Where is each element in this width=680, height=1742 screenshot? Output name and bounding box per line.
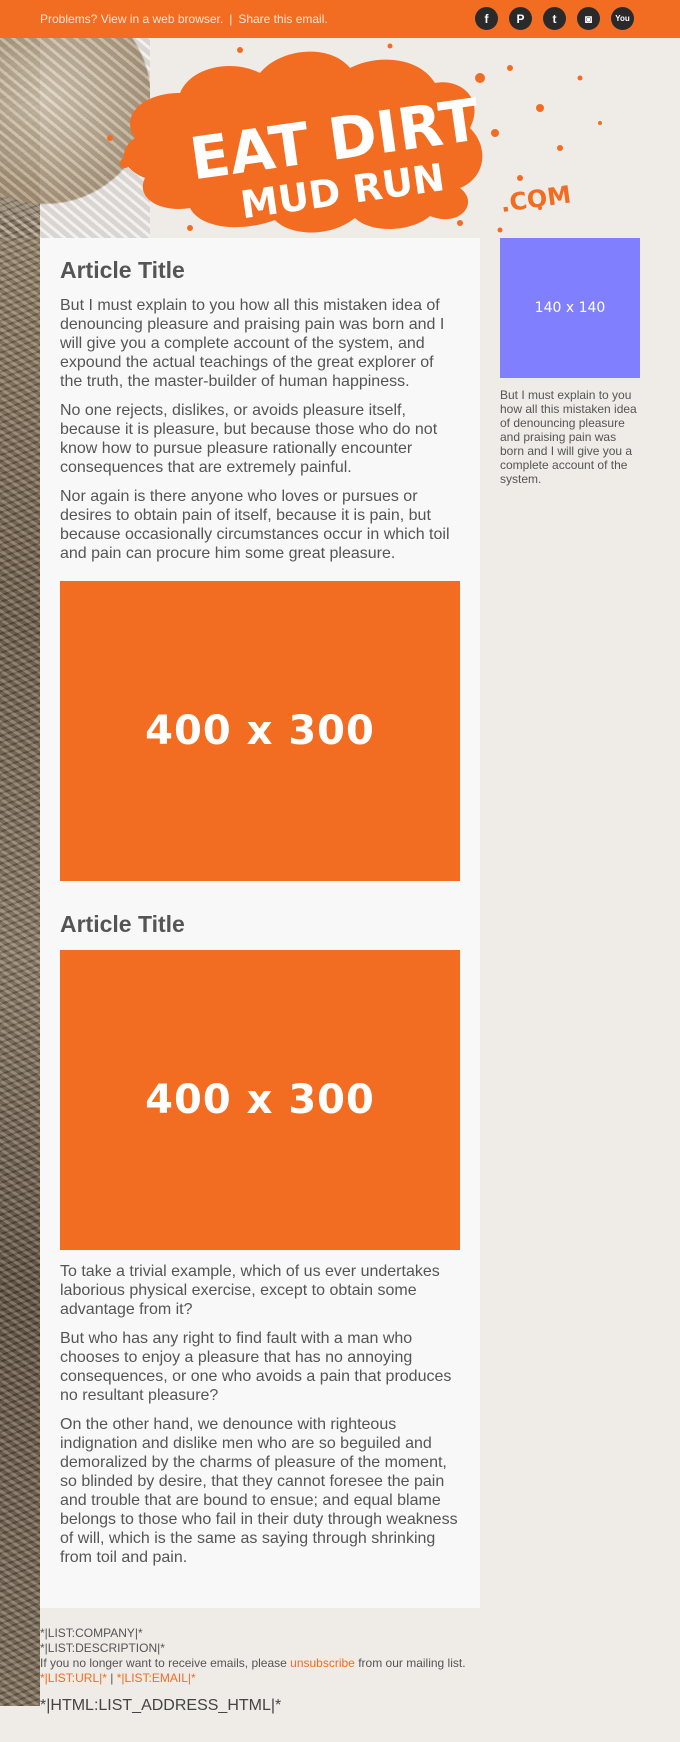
topbar-links: Problems? View in a web browser. | Share t… xyxy=(40,12,328,26)
article-2-title: Article Title xyxy=(60,911,185,937)
sidebar-text: But I must explain to you how all this m… xyxy=(500,388,637,486)
pinterest-icon[interactable]: P xyxy=(509,7,532,30)
footer-unsubscribe-line: If you no longer want to receive emails,… xyxy=(40,1656,640,1671)
view-in-browser-link[interactable]: Problems? View in a web browser. xyxy=(40,12,223,26)
top-bar: Problems? View in a web browser. | Share t… xyxy=(0,0,680,38)
article-1-paragraph: Nor again is there anyone who loves or p… xyxy=(60,488,450,562)
youtube-icon[interactable]: You xyxy=(611,7,634,30)
sidebar: 140 x 140 But I must explain to you how … xyxy=(500,238,640,486)
header-logo[interactable]: EAT DIRT MUD RUN .COM xyxy=(40,38,640,238)
unsubscribe-link[interactable]: unsubscribe xyxy=(290,1656,355,1670)
list-email-link[interactable]: *|LIST:EMAIL|* xyxy=(117,1671,196,1685)
main-content: Article Title But I must explain to you … xyxy=(40,238,480,1608)
article-2: Article Title 400 x 300 To take a trivia… xyxy=(40,881,480,1567)
article-1-paragraph: But I must explain to you how all this m… xyxy=(60,297,445,390)
article-2-paragraph: On the other hand, we denounce with righ… xyxy=(60,1416,458,1566)
mud-splatter-logo: EAT DIRT MUD RUN .COM xyxy=(107,43,602,233)
article-1-image: 400 x 300 xyxy=(60,581,460,881)
sidebar-image: 140 x 140 xyxy=(500,238,640,378)
article-1-paragraph: No one rejects, dislikes, or avoids plea… xyxy=(60,402,438,476)
unsubscribe-post: from our mailing list. xyxy=(354,1656,466,1670)
list-url-link[interactable]: *|LIST:URL|* xyxy=(40,1671,107,1685)
social-icons: f P t ◙ You xyxy=(475,7,634,30)
footer-company: *|LIST:COMPANY|* xyxy=(40,1626,143,1640)
topbar-separator: | xyxy=(229,12,233,26)
article-2-paragraph: But who has any right to find fault with… xyxy=(60,1330,452,1404)
instagram-icon[interactable]: ◙ xyxy=(577,7,600,30)
footer: *|LIST:COMPANY|* *|LIST:DESCRIPTION|* If… xyxy=(40,1626,640,1714)
rock-background xyxy=(0,38,40,1706)
footer-list-links: *|LIST:URL|* | *|LIST:EMAIL|* xyxy=(40,1671,640,1686)
article-1-title: Article Title xyxy=(60,257,185,283)
article-2-image: 400 x 300 xyxy=(60,950,460,1250)
twitter-icon[interactable]: t xyxy=(543,7,566,30)
logo-suffix: .COM xyxy=(499,180,573,218)
facebook-icon[interactable]: f xyxy=(475,7,498,30)
footer-description: *|LIST:DESCRIPTION|* xyxy=(40,1641,165,1655)
article-2-paragraph: To take a trivial example, which of us e… xyxy=(60,1263,440,1318)
list-links-separator: | xyxy=(106,1671,117,1685)
footer-address: *|HTML:LIST_ADDRESS_HTML|* xyxy=(40,1697,282,1714)
share-email-link[interactable]: Share this email. xyxy=(238,12,327,26)
unsubscribe-pre: If you no longer want to receive emails,… xyxy=(40,1656,291,1670)
article-1: Article Title But I must explain to you … xyxy=(40,238,480,881)
